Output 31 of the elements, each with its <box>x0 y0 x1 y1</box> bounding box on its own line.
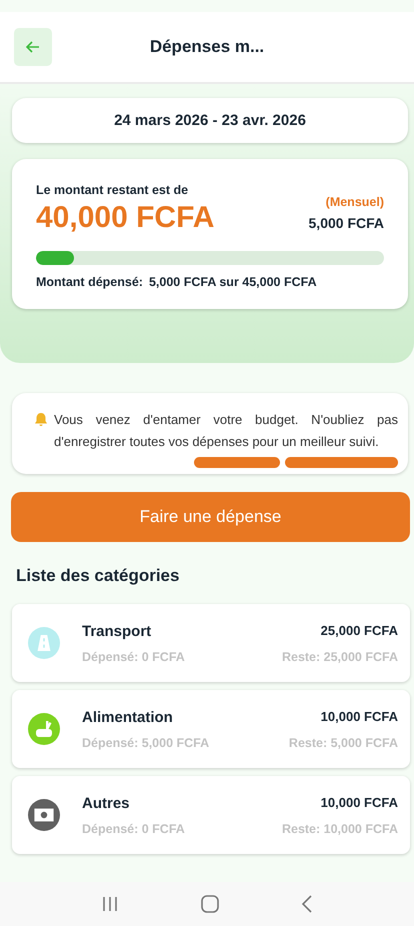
back-arrow-icon <box>26 41 40 53</box>
category-budget: 10,000 FCFA <box>320 794 398 812</box>
category-budget: 10,000 FCFA <box>320 708 398 726</box>
frequency-amount: 5,000 FCFA <box>308 215 384 231</box>
recent-apps-icon[interactable] <box>100 896 119 912</box>
category-name: Transport <box>82 622 152 640</box>
category-remaining: Reste: 5,000 FCFA <box>288 736 398 750</box>
remaining-label: Le montant restant est de <box>36 183 190 197</box>
category-remaining: Reste: 25,000 FCFA <box>282 650 398 664</box>
spent-label: Montant dépensé: <box>36 275 143 289</box>
date-range[interactable]: 24 mars 2026 - 23 avr. 2026 <box>12 98 408 143</box>
category-remaining: Reste: 10,000 FCFA <box>282 822 398 836</box>
category-card[interactable]: Alimentation 10,000 FCFA Dépensé: 5,000 FCFA Reste: 5,000 FCFA <box>12 690 410 768</box>
section-title: Liste des catégories <box>16 566 180 586</box>
category-spent: Dépensé: 5,000 FCFA <box>82 736 210 750</box>
notice-text: Vous venez d'entamer votre budget. N'oubliez pas d'enregistrer toutes vos dépenses pour un meilleur suivi. <box>54 411 398 451</box>
category-name: Autres <box>82 794 131 812</box>
frequency-label: (Mensuel) <box>326 195 384 209</box>
bell-icon <box>34 412 48 427</box>
pill-button[interactable] <box>194 457 280 468</box>
home-icon[interactable] <box>200 894 220 914</box>
category-spent: Dépensé: 0 FCFA <box>82 822 186 836</box>
back-icon[interactable] <box>301 895 314 913</box>
category-spent: Dépensé: 0 FCFA <box>82 650 186 664</box>
category-name: Alimentation <box>82 708 174 726</box>
category-card[interactable]: Transport 25,000 FCFA Dépensé: 0 FCFA Reste: 25,000 FCFA <box>12 604 410 682</box>
spent-amount: 5,000 FCFA sur 45,000 FCFA <box>148 275 317 289</box>
remaining-amount: 40,000 FCFA <box>36 201 214 235</box>
page-title: Dépenses m... <box>150 37 264 57</box>
category-card[interactable]: Autres 10,000 FCFA Dépensé: 0 FCFA Reste: 10,000 FCFA <box>12 776 410 854</box>
category-budget: 25,000 FCFA <box>320 622 398 640</box>
